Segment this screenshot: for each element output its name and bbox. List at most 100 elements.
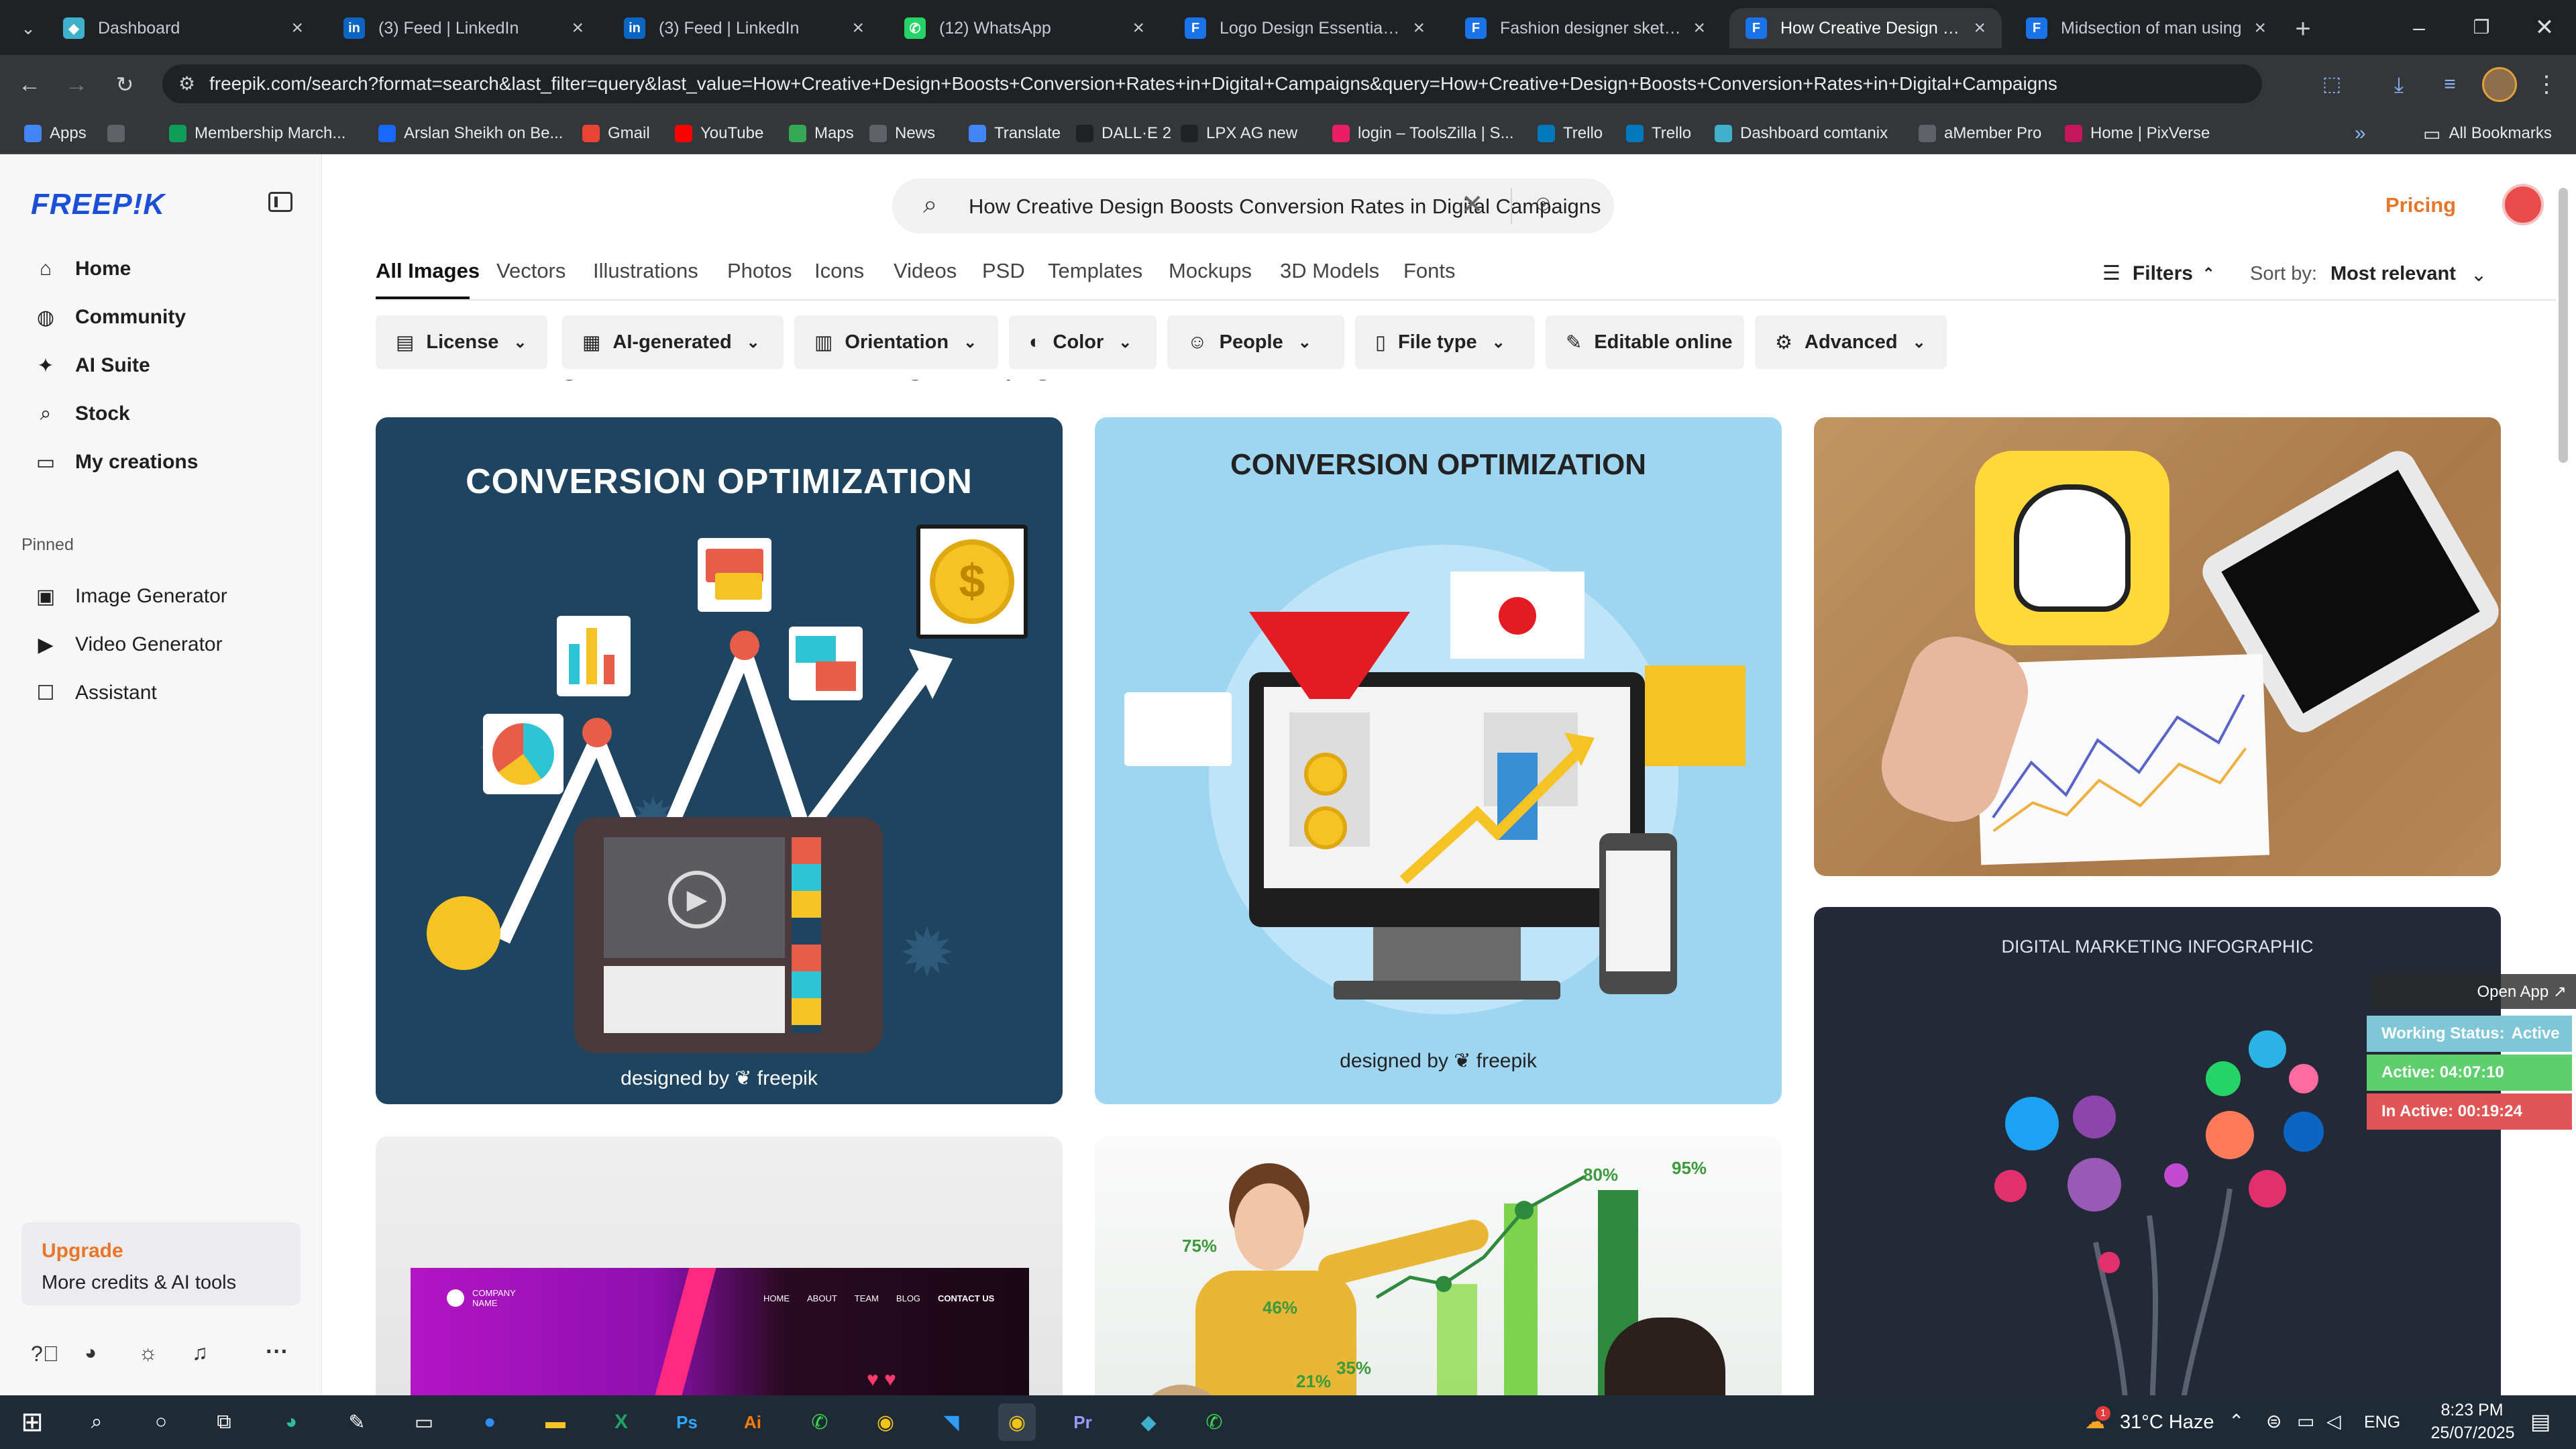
browser-menu-icon[interactable]: ⋮ <box>2533 68 2560 101</box>
bookmark-item[interactable]: Home | PixVerse <box>2065 119 2210 148</box>
camera-search-icon[interactable]: ⌾ <box>1536 192 1550 218</box>
reload-icon[interactable]: ↻ <box>110 70 140 99</box>
pinned-item-image-generator[interactable]: ▣ Image Generator <box>32 577 301 616</box>
result-card-website-template[interactable]: COMPANY NAME HOME ABOUT TEAM BLOG CONTACT US… <box>376 1136 1063 1395</box>
close-tab-icon[interactable]: × <box>1974 17 1986 40</box>
bookmark-item[interactable]: login – ToolsZilla | S... <box>1332 119 1514 148</box>
filter-chip-people[interactable]: ☺ People ⌄ <box>1167 315 1344 369</box>
browser-tab[interactable]: in (3) Feed | LinkedIn × <box>608 8 880 48</box>
tab-search-chevron-icon[interactable]: ⌄ <box>15 15 42 42</box>
freepik-logo[interactable]: FREEP!K <box>31 188 165 221</box>
tab-icons[interactable]: Icons <box>814 259 864 283</box>
notification-bell-icon[interactable]: ♫ <box>192 1340 208 1365</box>
cortana-icon[interactable]: ○ <box>142 1403 180 1441</box>
tab-3d-models[interactable]: 3D Models <box>1280 259 1379 283</box>
tray-battery-icon[interactable]: ▭ <box>2297 1410 2314 1432</box>
tab-photos[interactable]: Photos <box>727 259 792 283</box>
open-app-button[interactable]: Open App ↗ <box>2371 974 2576 1009</box>
all-bookmarks-folder[interactable]: ▭ All Bookmarks <box>2423 119 2552 148</box>
clock-date[interactable]: 25/07/2025 <box>2419 1424 2526 1443</box>
tray-network-icon[interactable]: ⊜ <box>2266 1410 2282 1432</box>
tab-psd[interactable]: PSD <box>982 259 1025 283</box>
filter-chip-editable-online[interactable]: ✎ Editable online <box>1546 315 1744 369</box>
extensions-icon[interactable]: ⬚ <box>2316 68 2348 101</box>
sidebar-item-ai-suite[interactable]: ✦ AI Suite <box>32 346 301 385</box>
result-card-conversion-optimization-dark[interactable]: CONVERSION OPTIMIZATION ✹ ✹ ✹ $ <box>376 417 1063 1104</box>
vscode-icon[interactable]: ◥ <box>932 1403 970 1441</box>
close-tab-icon[interactable]: × <box>572 17 584 40</box>
tab-mockups[interactable]: Mockups <box>1169 259 1252 283</box>
pinned-item-assistant[interactable]: ☐ Assistant <box>32 674 301 712</box>
clock-time[interactable]: 8:23 PM <box>2428 1401 2516 1420</box>
zoom-icon[interactable]: ● <box>471 1403 508 1441</box>
discord-icon[interactable]: ◕ <box>85 1342 97 1364</box>
bookmark-item[interactable]: Gmail <box>582 119 650 148</box>
chrome-icon[interactable]: ◉ <box>867 1403 904 1441</box>
tab-fonts[interactable]: Fonts <box>1403 259 1456 283</box>
filters-toggle[interactable]: ☰ Filters ⌃ <box>2102 262 2214 285</box>
excel-icon[interactable]: X <box>602 1403 640 1441</box>
bookmark-item[interactable]: YouTube <box>675 119 763 148</box>
pinned-item-video-generator[interactable]: ▶ Video Generator <box>32 625 301 664</box>
notification-center-icon[interactable]: ▤ <box>2530 1409 2551 1434</box>
tab-videos[interactable]: Videos <box>894 259 957 283</box>
sort-dropdown[interactable]: Sort by: Most relevant ⌄ <box>2250 263 2487 286</box>
bookmark-item[interactable]: Arslan Sheikh on Be... <box>378 119 563 148</box>
url-omnibox[interactable]: ⚙ freepik.com/search?format=search&last_… <box>162 64 2262 103</box>
search-bar[interactable]: ⌕ How Creative Design Boosts Conversion … <box>892 178 1614 233</box>
browser-tab[interactable]: ✆ (12) WhatsApp × <box>888 8 1161 48</box>
sidebar-item-home[interactable]: ⌂ Home <box>32 250 301 288</box>
taskbar-search-icon[interactable]: ⌕ <box>78 1403 115 1441</box>
download-icon[interactable]: ⤓ <box>2383 68 2415 101</box>
edge-icon[interactable]: ◕ <box>272 1403 310 1441</box>
task-view-icon[interactable]: ⧉ <box>205 1403 243 1441</box>
close-tab-icon[interactable]: × <box>1413 17 1425 40</box>
tray-chevron-icon[interactable]: ⌃ <box>2229 1410 2244 1432</box>
close-tab-icon[interactable]: × <box>291 17 303 40</box>
browser-tab[interactable]: ◆ Dashboard × <box>47 8 319 48</box>
filter-chip-file-type[interactable]: ▯ File type ⌄ <box>1355 315 1535 369</box>
bookmark-item[interactable]: Maps <box>789 119 854 148</box>
pen-tool-icon[interactable]: ✎ <box>338 1403 376 1441</box>
forward-icon[interactable]: → <box>62 70 91 99</box>
clear-search-icon[interactable]: ✕ <box>1461 189 1484 220</box>
browser-tab[interactable]: in (3) Feed | LinkedIn × <box>327 8 600 48</box>
premiere-icon[interactable]: Pr <box>1064 1403 1102 1441</box>
collapse-sidebar-icon[interactable] <box>268 192 292 212</box>
bookmark-item[interactable]: Trello <box>1538 119 1603 148</box>
tab-all-images[interactable]: All Images <box>376 259 480 283</box>
bookmark-item[interactable]: Dashboard comtanix <box>1715 119 1888 148</box>
bookmark-item[interactable]: Apps <box>24 119 87 148</box>
browser-tab[interactable]: F Midsection of man using × <box>2010 8 2282 48</box>
user-avatar[interactable] <box>2502 184 2544 225</box>
close-tab-icon[interactable]: × <box>852 17 864 40</box>
more-options-icon[interactable]: ··· <box>266 1339 288 1365</box>
terminal-icon[interactable]: ▭ <box>405 1403 443 1441</box>
profile-avatar[interactable] <box>2482 67 2517 102</box>
close-tab-icon[interactable]: × <box>2254 17 2266 40</box>
bookmark-item[interactable]: aMember Pro <box>1919 119 2041 148</box>
bookmark-item[interactable]: News <box>869 119 935 148</box>
help-icon[interactable]: ?⃝ <box>31 1342 59 1366</box>
search-input[interactable]: How Creative Design Boosts Conversion Ra… <box>969 195 1601 219</box>
browser-tab[interactable]: F Logo Design Essentials: W × <box>1169 8 1441 48</box>
language-indicator[interactable]: ENG <box>2364 1413 2400 1432</box>
close-window-button[interactable]: ✕ <box>2513 0 2576 55</box>
result-card-snapchat-desk-photo[interactable] <box>1814 417 2501 876</box>
pricing-link[interactable]: Pricing <box>2385 193 2456 217</box>
filter-chip-license[interactable]: ▤ License ⌄ <box>376 315 547 369</box>
phone-app-2-icon[interactable]: ✆ <box>1195 1403 1233 1441</box>
new-tab-button[interactable]: + <box>2286 12 2320 46</box>
phone-app-icon[interactable]: ✆ <box>801 1403 839 1441</box>
illustrator-icon[interactable]: Ai <box>734 1403 771 1441</box>
browser-tab[interactable]: F How Creative Design Boo × <box>1729 8 2002 48</box>
close-tab-icon[interactable]: × <box>1132 17 1144 40</box>
bookmark-item[interactable]: Membership March... <box>169 119 345 148</box>
page-scrollbar[interactable] <box>2559 188 2568 463</box>
media-control-icon[interactable]: ≡ <box>2434 68 2466 101</box>
bookmark-item[interactable]: LPX AG new <box>1181 119 1297 148</box>
sidebar-item-my-creations[interactable]: ▭ My creations <box>32 443 301 482</box>
close-tab-icon[interactable]: × <box>1693 17 1705 40</box>
minimize-button[interactable]: – <box>2388 0 2450 55</box>
start-windows-icon[interactable]: ⊞ <box>13 1403 51 1441</box>
